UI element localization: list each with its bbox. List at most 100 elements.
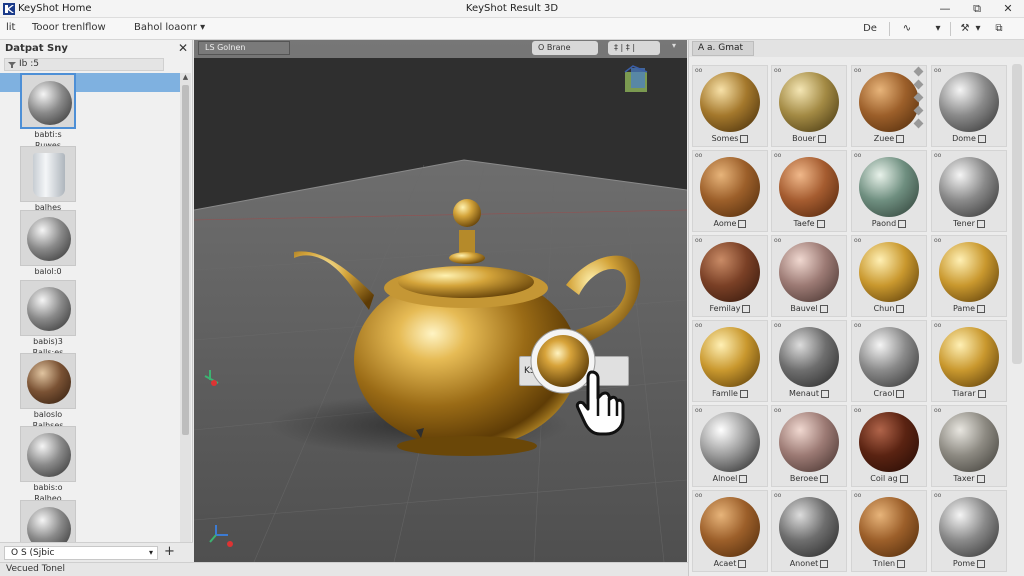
minimize-button[interactable]: — bbox=[935, 1, 955, 17]
material-tile[interactable]: oo Alnoel bbox=[692, 405, 768, 487]
close-window-button[interactable]: ✕ bbox=[998, 1, 1018, 17]
library-footer: O S (Sjbic ▾ + bbox=[0, 542, 193, 562]
material-tile[interactable]: oo Tiarar bbox=[931, 320, 1007, 402]
material-tile[interactable]: oo Aome bbox=[692, 150, 768, 232]
toolbar-de-button[interactable]: De bbox=[858, 21, 882, 37]
material-info-icon[interactable] bbox=[819, 304, 828, 313]
material-info-icon[interactable] bbox=[896, 304, 905, 313]
material-tile[interactable]: oo Chun bbox=[851, 235, 927, 317]
material-thumbnail[interactable] bbox=[20, 146, 76, 202]
material-name: Dome bbox=[952, 134, 976, 143]
material-list-item[interactable]: babis)3Ralls:es bbox=[20, 280, 76, 358]
material-tile[interactable]: oo Anonet bbox=[771, 490, 847, 572]
material-tile[interactable]: oo Tener bbox=[931, 150, 1007, 232]
view-mode-icon[interactable] bbox=[913, 105, 924, 116]
wave-icon[interactable]: ∿ bbox=[896, 21, 918, 37]
material-name: Femilay bbox=[709, 304, 741, 313]
material-tile[interactable]: oo Bouer bbox=[771, 65, 847, 147]
material-tile[interactable]: oo Paond bbox=[851, 150, 927, 232]
material-tile[interactable]: oo Somes bbox=[692, 65, 768, 147]
material-thumbnail[interactable] bbox=[20, 426, 76, 482]
material-tile[interactable]: oo Pome bbox=[931, 490, 1007, 572]
menu-bar: lit Tooor trenlflow Bahol loaonr ▾ De ∿ … bbox=[0, 18, 1024, 40]
material-tile[interactable]: oo Craol bbox=[851, 320, 927, 402]
viewport-tab[interactable]: LS Golnen bbox=[198, 41, 290, 55]
material-info-icon[interactable] bbox=[898, 219, 907, 228]
menu-item-render[interactable]: Bahol loaonr ▾ bbox=[134, 22, 205, 33]
browser-tab[interactable]: A a. Gmat bbox=[692, 41, 754, 56]
material-list-item[interactable]: babis:o Ralheo bbox=[20, 426, 76, 504]
material-info-icon[interactable] bbox=[820, 474, 829, 483]
material-tile[interactable]: oo Acaet bbox=[692, 490, 768, 572]
material-info-icon[interactable] bbox=[976, 474, 985, 483]
material-tile[interactable]: oo Tnlen bbox=[851, 490, 927, 572]
material-list-item[interactable]: balosloRalhses bbox=[20, 353, 76, 431]
material-thumbnail[interactable] bbox=[20, 210, 76, 266]
material-info-icon[interactable] bbox=[896, 389, 905, 398]
scroll-up-icon[interactable]: ▲ bbox=[180, 73, 191, 81]
viewport-tab-label: LS Golnen bbox=[205, 43, 246, 52]
material-info-icon[interactable] bbox=[738, 219, 747, 228]
material-info-icon[interactable] bbox=[977, 134, 986, 143]
view-mode-icon[interactable] bbox=[913, 66, 924, 77]
material-info-icon[interactable] bbox=[739, 389, 748, 398]
material-sphere-preview bbox=[939, 242, 999, 302]
add-button[interactable]: + bbox=[164, 544, 175, 559]
view-mode-icon[interactable] bbox=[913, 118, 924, 129]
material-tile[interactable]: oo Coil ag bbox=[851, 405, 927, 487]
material-info-icon[interactable] bbox=[740, 134, 749, 143]
view-mode-icon[interactable] bbox=[913, 92, 924, 103]
menu-item-workflow[interactable]: Tooor trenlflow bbox=[32, 22, 106, 33]
material-thumbnail[interactable] bbox=[20, 73, 76, 129]
material-thumbnail[interactable] bbox=[20, 280, 76, 336]
material-info-icon[interactable] bbox=[816, 219, 825, 228]
material-info-icon[interactable] bbox=[817, 134, 826, 143]
view-mode-icon[interactable] bbox=[913, 79, 924, 90]
right-scrollbar[interactable] bbox=[1012, 64, 1022, 364]
menu-item-file[interactable]: lit bbox=[6, 22, 15, 33]
close-icon[interactable]: ✕ bbox=[178, 41, 188, 55]
material-tile[interactable]: oo Femilay bbox=[692, 235, 768, 317]
material-info-icon[interactable] bbox=[738, 559, 747, 568]
scroll-thumb[interactable] bbox=[182, 85, 189, 435]
toolbar-separator bbox=[889, 22, 890, 36]
material-info-icon[interactable] bbox=[821, 389, 829, 398]
material-info-icon[interactable] bbox=[977, 304, 986, 313]
material-list-item[interactable]: balol:0 bbox=[20, 210, 76, 277]
camera-control[interactable]: O Brane bbox=[532, 41, 598, 55]
material-info-icon[interactable] bbox=[976, 219, 985, 228]
window-layout-icon[interactable]: ⧉ bbox=[990, 21, 1008, 37]
panel-title: Datpat Sny bbox=[5, 43, 68, 54]
maximize-button[interactable]: ⧉ bbox=[967, 1, 987, 17]
material-info-icon[interactable] bbox=[820, 559, 829, 568]
material-tile-label: Alnoel bbox=[693, 474, 767, 484]
material-info-icon[interactable] bbox=[739, 474, 748, 483]
material-info-icon[interactable] bbox=[899, 474, 908, 483]
material-tile[interactable]: oo Famlle bbox=[692, 320, 768, 402]
material-list-item[interactable]: babti:sRuwes bbox=[20, 73, 76, 151]
render-viewport[interactable]: LS Golnen O Brane ‡ | ‡ | ▾ KS 90 bbox=[194, 40, 687, 562]
material-tile[interactable]: oo Dome bbox=[931, 65, 1007, 147]
tile-corner-icon: oo bbox=[934, 237, 942, 244]
material-tile[interactable]: oo Beroee bbox=[771, 405, 847, 487]
material-sphere-preview bbox=[700, 72, 760, 132]
library-search-input[interactable]: Ib :5 bbox=[4, 58, 164, 71]
left-scrollbar[interactable]: ▲ ▼ bbox=[180, 73, 191, 571]
material-name: Craol bbox=[873, 389, 895, 398]
chevron-down-icon[interactable]: ▾ bbox=[972, 21, 984, 37]
view-options-control[interactable]: ‡ | ‡ | bbox=[608, 41, 660, 55]
material-tile[interactable]: oo Bauvel bbox=[771, 235, 847, 317]
chevron-down-icon[interactable]: ▾ bbox=[672, 41, 676, 50]
material-tile[interactable]: oo Menaut bbox=[771, 320, 847, 402]
material-info-icon[interactable] bbox=[897, 559, 906, 568]
material-tile[interactable]: oo Taxer bbox=[931, 405, 1007, 487]
material-thumbnail[interactable] bbox=[20, 353, 76, 409]
material-info-icon[interactable] bbox=[977, 559, 986, 568]
material-tile[interactable]: oo Pame bbox=[931, 235, 1007, 317]
chevron-down-icon[interactable]: ▾ bbox=[932, 21, 944, 37]
material-info-icon[interactable] bbox=[742, 304, 751, 313]
material-info-icon[interactable] bbox=[977, 389, 986, 398]
library-combo[interactable]: O S (Sjbic ▾ bbox=[4, 546, 158, 560]
material-info-icon[interactable] bbox=[896, 134, 905, 143]
material-tile[interactable]: oo Taefe bbox=[771, 150, 847, 232]
